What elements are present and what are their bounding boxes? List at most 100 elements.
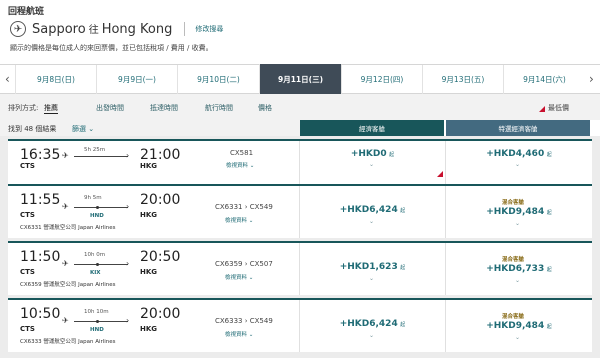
- stop-dot: [96, 206, 99, 209]
- stop-dot: [96, 320, 99, 323]
- chevron-down-icon: ⌄: [88, 125, 95, 133]
- premium-price: +HKD6,733: [486, 264, 545, 274]
- price-unit: 起: [400, 265, 406, 271]
- flight-number: CX6331 › CX549: [215, 203, 273, 211]
- sort-arrival-time[interactable]: 抵達時間: [150, 103, 178, 113]
- date-tab[interactable]: 9月13日(五): [422, 65, 503, 94]
- flight-number: CX6333 › CX549: [215, 317, 273, 325]
- chevron-down-icon: ⌄: [369, 161, 375, 168]
- sort-bar: 排列方式: 推薦 出發時間 抵達時間 航行時間 價格 最低價: [0, 94, 600, 120]
- results-bar: 找到 48 個結果 篩選 ⌄: [0, 120, 300, 136]
- sort-label: 排列方式:: [8, 104, 39, 112]
- economy-price: +HKD6,424: [339, 319, 398, 329]
- economy-price-button[interactable]: +HKD0 起: [300, 149, 445, 159]
- economy-price: +HKD1,623: [339, 262, 398, 272]
- view-details-link[interactable]: 檢視資料 ⌄: [226, 161, 254, 169]
- flight-duration: 5h 25m: [84, 147, 106, 153]
- price-note: 顯示的價格是每位成人的來回票價，並已包括稅項 / 費用 / 收費。: [10, 44, 213, 52]
- chevron-down-icon: ⌄: [515, 334, 521, 341]
- date-tab[interactable]: 9月8日(日): [15, 65, 96, 94]
- premium-price-button[interactable]: +HKD9,484 起: [446, 321, 592, 331]
- economy-price-button[interactable]: +HKD6,424 起: [300, 205, 445, 215]
- route-connector: 往: [88, 25, 99, 36]
- arrow-right-icon: ›: [126, 202, 130, 211]
- economy-column-header: 經濟客艙: [300, 120, 444, 136]
- departure-time: 16:35: [20, 147, 61, 163]
- stopover-airport: KIX: [90, 270, 101, 276]
- view-details-link[interactable]: 檢視資料 ⌄: [225, 216, 253, 224]
- premium-price-button[interactable]: +HKD4,460 起: [446, 149, 592, 159]
- economy-price-button[interactable]: +HKD1,623 起: [300, 262, 445, 272]
- economy-price-button[interactable]: +HKD6,424 起: [300, 319, 445, 329]
- chevron-right-icon[interactable]: ›: [589, 72, 594, 86]
- date-tab[interactable]: 9月9日(一): [96, 65, 177, 94]
- price-unit: 起: [546, 152, 552, 158]
- departure-airport: CTS: [20, 325, 35, 333]
- flight-row[interactable]: 11:50 CTS ✈ 10h 0m KIX › 20:50 HKG CX635…: [8, 241, 592, 295]
- stop-dot: [96, 263, 99, 266]
- date-tab[interactable]: 9月12日(四): [341, 65, 422, 94]
- flight-row[interactable]: 11:55 CTS ✈ 9h 5m HND › 20:00 HKG CX6331…: [8, 184, 592, 238]
- view-details-label: 檢視資料: [226, 163, 249, 169]
- destination-city: Hong Kong: [101, 22, 173, 37]
- price-unit: 起: [400, 322, 406, 328]
- route-line: [74, 264, 128, 265]
- flight-row[interactable]: 10:50 CTS ✈ 10h 10m HND › 20:00 HKG CX63…: [8, 298, 592, 352]
- origin-city: Sapporo: [32, 22, 86, 37]
- mixed-cabin-label: 混合客艙: [502, 200, 525, 206]
- view-details-label: 檢視資料: [225, 275, 248, 281]
- flight-duration: 10h 0m: [84, 252, 106, 258]
- arrival-airport: HKG: [140, 325, 158, 333]
- chevron-down-icon: ⌄: [369, 275, 375, 282]
- chevron-down-icon: ⌄: [515, 277, 521, 284]
- lowest-price-marker-icon: [539, 106, 545, 112]
- view-details-link[interactable]: 檢視資料 ⌄: [225, 273, 253, 281]
- lowest-price-marker-icon: [437, 171, 443, 177]
- price-unit: 起: [546, 324, 552, 330]
- operator-text: CX6331 營運航空公司 Japan Airlines: [20, 225, 116, 231]
- arrival-time: 20:00: [140, 306, 181, 322]
- plane-icon: ✈: [62, 259, 69, 268]
- departure-time: 10:50: [20, 306, 61, 322]
- view-details-link[interactable]: 檢視資料 ⌄: [225, 330, 253, 338]
- plane-icon: ✈: [10, 21, 26, 37]
- arrival-time: 20:50: [140, 249, 181, 265]
- premium-price-button[interactable]: +HKD6,733 起: [446, 264, 592, 274]
- route-text: Sapporo 往 Hong Kong: [32, 21, 172, 37]
- view-details-label: 檢視資料: [225, 332, 248, 338]
- date-tab[interactable]: 9月14日(六): [503, 65, 585, 94]
- sort-recommended[interactable]: 推薦: [44, 103, 58, 114]
- sort-duration[interactable]: 航行時間: [205, 103, 233, 113]
- date-tab[interactable]: 9月10日(二): [177, 65, 259, 94]
- operator-text: CX6359 營運航空公司 Japan Airlines: [20, 282, 116, 288]
- sort-price[interactable]: 價格: [258, 103, 272, 113]
- route-summary: ✈ Sapporo 往 Hong Kong 修改搜尋: [10, 21, 223, 37]
- flight-number: CX6359 › CX507: [215, 260, 273, 268]
- premium-price: +HKD9,484: [486, 207, 545, 217]
- arrow-right-icon: ›: [126, 316, 130, 325]
- date-tab[interactable]: 9月11日(三): [259, 64, 341, 95]
- arrival-airport: HKG: [140, 162, 158, 170]
- premium-price-button[interactable]: +HKD9,484 起: [446, 207, 592, 217]
- flight-number: CX581: [230, 149, 254, 157]
- premium-economy-column-header: 特選經濟客艙: [446, 120, 590, 136]
- operator-text: CX6333 營運航空公司 Japan Airlines: [20, 339, 116, 345]
- premium-price: +HKD9,484: [486, 321, 545, 331]
- stopover-airport: HND: [90, 213, 104, 219]
- route-line: [74, 156, 128, 157]
- arrival-time: 21:00: [140, 147, 181, 163]
- departure-airport: CTS: [20, 162, 35, 170]
- economy-price: +HKD0: [350, 149, 387, 159]
- economy-price: +HKD6,424: [339, 205, 398, 215]
- filter-button[interactable]: 篩選 ⌄: [72, 124, 94, 134]
- plane-icon: ✈: [62, 151, 69, 160]
- price-unit: 起: [546, 267, 552, 273]
- chevron-left-icon[interactable]: ‹: [5, 72, 10, 86]
- flight-duration: 10h 10m: [84, 309, 109, 315]
- plane-icon: ✈: [62, 202, 69, 211]
- view-details-label: 檢視資料: [225, 218, 248, 224]
- departure-airport: CTS: [20, 211, 35, 219]
- price-unit: 起: [389, 152, 395, 158]
- sort-departure-time[interactable]: 出發時間: [96, 103, 124, 113]
- modify-search-link[interactable]: 修改搜尋: [195, 24, 223, 34]
